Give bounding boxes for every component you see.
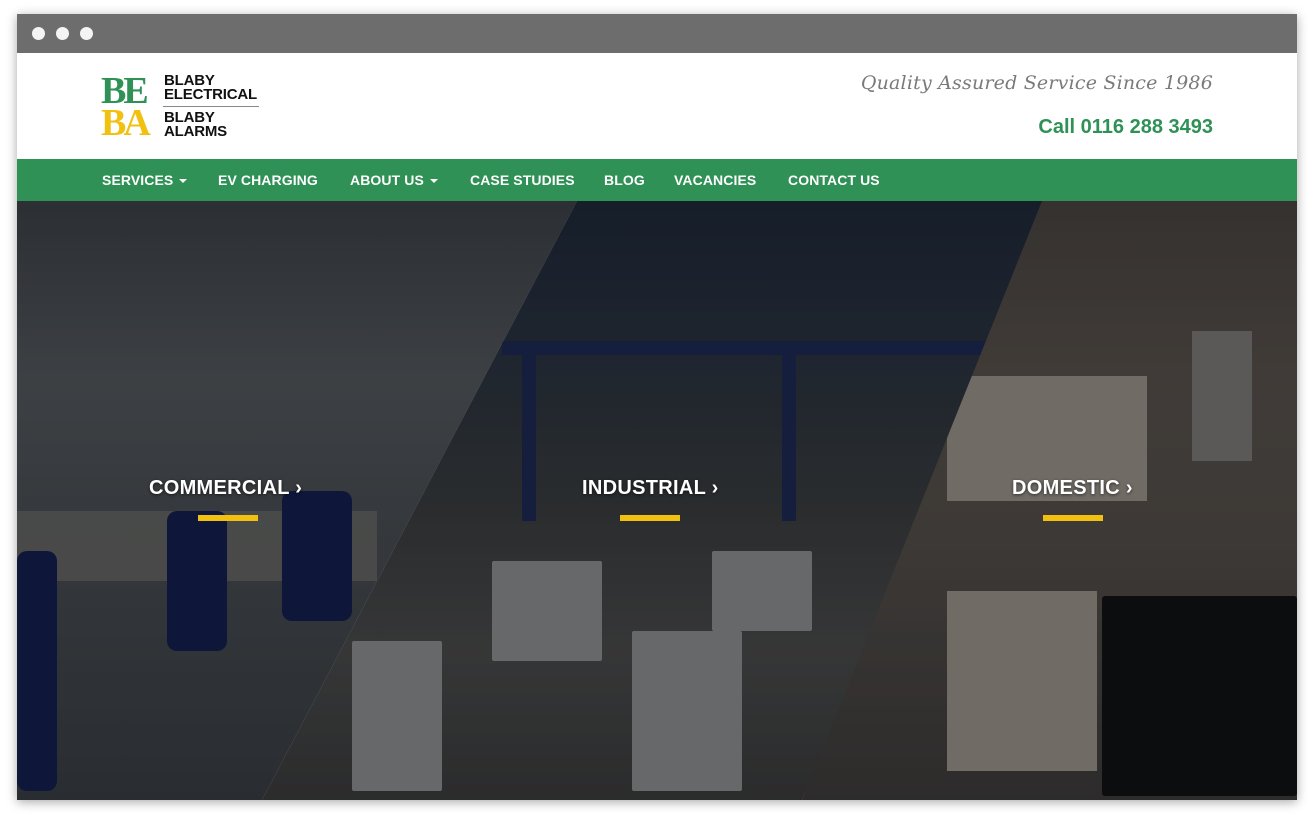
- hero-overlay: [17, 201, 1297, 800]
- nav-item-label: BLOG: [604, 172, 645, 188]
- logo-mark-bottom: BA: [101, 102, 151, 144]
- nav-item-ev-charging[interactable]: EV CHARGING: [218, 159, 318, 201]
- commercial-underline: [198, 515, 258, 521]
- logo-divider: [163, 106, 259, 107]
- main-navigation: SERVICES EV CHARGING ABOUT US CASE STUDI…: [17, 159, 1297, 201]
- site-logo[interactable]: BE BA BLABY ELECTRICAL BLABY ALARMS: [101, 72, 271, 144]
- nav-item-blog[interactable]: BLOG: [604, 159, 645, 201]
- header-tagline: Quality Assured Service Since 1986: [860, 72, 1213, 94]
- window-close-dot[interactable]: [32, 27, 45, 40]
- domestic-underline: [1043, 515, 1103, 521]
- window-maximize-dot[interactable]: [80, 27, 93, 40]
- nav-item-label: CONTACT US: [788, 172, 880, 188]
- nav-item-services[interactable]: SERVICES: [102, 159, 188, 201]
- nav-item-contact-us[interactable]: CONTACT US: [788, 159, 880, 201]
- nav-item-case-studies[interactable]: CASE STUDIES: [470, 159, 575, 201]
- nav-item-label: CASE STUDIES: [470, 172, 575, 188]
- nav-item-vacancies[interactable]: VACANCIES: [674, 159, 756, 201]
- domestic-link[interactable]: DOMESTIC ›: [1012, 477, 1133, 500]
- nav-item-about-us[interactable]: ABOUT US: [350, 159, 438, 201]
- browser-titlebar: [17, 14, 1297, 53]
- nav-item-label: VACANCIES: [674, 172, 757, 188]
- commercial-link[interactable]: COMMERCIAL ›: [149, 477, 302, 500]
- browser-window: BE BA BLABY ELECTRICAL BLABY ALARMS Qual…: [17, 14, 1297, 800]
- industrial-link[interactable]: INDUSTRIAL ›: [582, 477, 719, 500]
- header-phone-link[interactable]: Call 0116 288 3493: [1038, 116, 1213, 139]
- site-header: BE BA BLABY ELECTRICAL BLABY ALARMS Qual…: [17, 53, 1297, 159]
- logo-text-line2: ELECTRICAL: [164, 86, 257, 103]
- chevron-down-icon: [179, 179, 188, 184]
- logo-text-line4: ALARMS: [164, 123, 227, 140]
- nav-item-label: ABOUT US: [350, 172, 424, 188]
- nav-item-label: SERVICES: [102, 172, 174, 188]
- chevron-down-icon: [429, 179, 438, 184]
- logo-mark: BE BA: [101, 72, 159, 144]
- window-minimize-dot[interactable]: [56, 27, 69, 40]
- nav-item-label: EV CHARGING: [218, 172, 318, 188]
- industrial-underline: [620, 515, 680, 521]
- hero-banner: COMMERCIAL › INDUSTRIAL › DOMESTIC ›: [17, 201, 1297, 800]
